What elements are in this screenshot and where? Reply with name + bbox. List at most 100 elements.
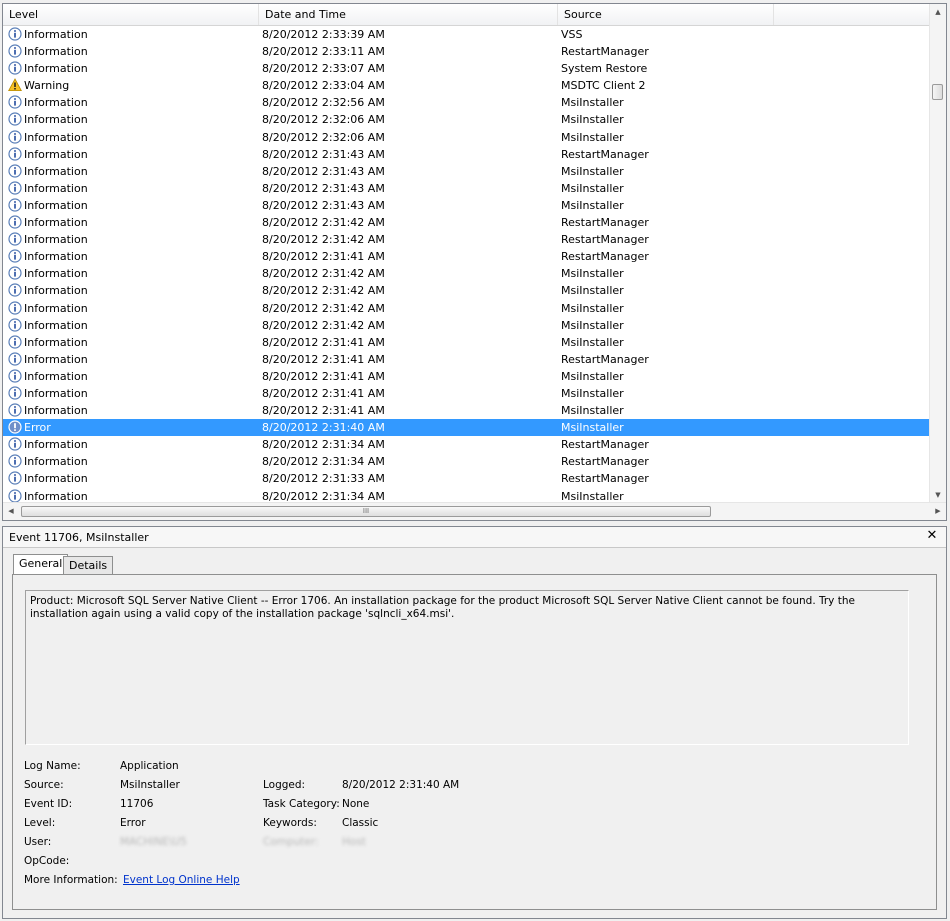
keywords-value: Classic bbox=[342, 817, 379, 829]
table-row[interactable]: Warning 8/20/2012 2:33:04 AM MSDTC Client … bbox=[3, 77, 931, 94]
source-cell: RestartManager bbox=[561, 147, 649, 161]
level-cell: Information bbox=[24, 62, 88, 76]
table-row[interactable]: Information 8/20/2012 2:33:39 AM VSS bbox=[3, 26, 931, 43]
date-cell: 8/20/2012 2:33:07 AM bbox=[262, 62, 385, 76]
level-cell: Information bbox=[24, 45, 88, 59]
level-value: Error bbox=[120, 817, 146, 829]
log-name-label: Log Name: bbox=[24, 760, 81, 772]
scroll-left-arrow-icon[interactable]: ◀ bbox=[3, 503, 19, 519]
information-icon bbox=[8, 488, 22, 503]
user-value: MACHINE\U5 bbox=[120, 836, 187, 848]
table-row[interactable]: Information 8/20/2012 2:33:11 AM RestartMa… bbox=[3, 43, 931, 60]
table-row[interactable]: Information 8/20/2012 2:33:07 AM System Re… bbox=[3, 60, 931, 77]
log-name-value: Application bbox=[120, 760, 179, 772]
error-icon bbox=[8, 420, 22, 434]
source-cell: MsiInstaller bbox=[561, 113, 624, 127]
level-cell: Information bbox=[24, 335, 88, 349]
table-row[interactable]: Information 8/20/2012 2:31:42 AM MsiInstal… bbox=[3, 265, 931, 282]
source-cell: RestartManager bbox=[561, 455, 649, 469]
table-row[interactable]: Information 8/20/2012 2:31:43 AM RestartMa… bbox=[3, 146, 931, 163]
table-row[interactable]: Information 8/20/2012 2:31:42 AM MsiInstal… bbox=[3, 317, 931, 334]
date-cell: 8/20/2012 2:32:06 AM bbox=[262, 130, 385, 144]
table-row[interactable]: Information 8/20/2012 2:31:41 AM MsiInstal… bbox=[3, 368, 931, 385]
table-row[interactable]: Information 8/20/2012 2:31:41 AM MsiInstal… bbox=[3, 402, 931, 419]
table-row[interactable]: Information 8/20/2012 2:31:42 AM RestartMa… bbox=[3, 214, 931, 231]
scroll-grip: III bbox=[362, 507, 370, 515]
table-row[interactable]: Information 8/20/2012 2:31:33 AM RestartMa… bbox=[3, 470, 931, 487]
level-cell: Information bbox=[24, 404, 88, 418]
level-cell: Information bbox=[24, 438, 88, 452]
table-row[interactable]: Information 8/20/2012 2:32:06 AM MsiInstal… bbox=[3, 129, 931, 146]
tab-details[interactable]: Details bbox=[63, 556, 114, 574]
column-header-date[interactable]: Date and Time bbox=[259, 4, 558, 25]
level-cell: Information bbox=[24, 96, 88, 110]
column-header-level[interactable]: Level bbox=[3, 4, 259, 25]
table-row[interactable]: Information 8/20/2012 2:31:43 AM MsiInstal… bbox=[3, 163, 931, 180]
event-message-box[interactable]: Product: Microsoft SQL Server Native Cli… bbox=[25, 590, 909, 745]
source-value: MsiInstaller bbox=[120, 779, 180, 791]
source-cell: MsiInstaller bbox=[561, 130, 624, 144]
information-icon bbox=[8, 164, 22, 178]
level-cell: Information bbox=[24, 181, 88, 195]
table-row[interactable]: Information 8/20/2012 2:31:41 AM MsiInstal… bbox=[3, 385, 931, 402]
information-icon bbox=[8, 147, 22, 161]
horizontal-scroll-thumb[interactable]: III bbox=[21, 506, 711, 517]
table-row[interactable]: Information 8/20/2012 2:32:56 AM MsiInstal… bbox=[3, 94, 931, 111]
table-row[interactable]: Information 8/20/2012 2:31:41 AM RestartMa… bbox=[3, 351, 931, 368]
detail-title: Event 11706, MsiInstaller bbox=[9, 531, 149, 544]
column-header-source[interactable]: Source bbox=[558, 4, 774, 25]
table-row[interactable]: Information 8/20/2012 2:32:06 AM MsiInstal… bbox=[3, 111, 931, 128]
date-cell: 8/20/2012 2:31:43 AM bbox=[262, 164, 385, 178]
table-row[interactable]: Information 8/20/2012 2:31:41 AM MsiInstal… bbox=[3, 334, 931, 351]
level-cell: Information bbox=[24, 164, 88, 178]
table-row[interactable]: Information 8/20/2012 2:31:42 AM RestartMa… bbox=[3, 231, 931, 248]
close-button[interactable]: ✕ bbox=[925, 529, 939, 543]
information-icon bbox=[8, 352, 22, 366]
task-category-value: None bbox=[342, 798, 370, 810]
vertical-scrollbar[interactable]: ▲ ▼ bbox=[929, 4, 946, 503]
table-row[interactable]: Information 8/20/2012 2:31:34 AM RestartMa… bbox=[3, 436, 931, 453]
date-cell: 8/20/2012 2:32:06 AM bbox=[262, 113, 385, 127]
horizontal-scrollbar[interactable]: ◀ III ▶ bbox=[3, 502, 946, 520]
table-row[interactable]: Information 8/20/2012 2:31:34 AM RestartMa… bbox=[3, 453, 931, 470]
level-cell: Information bbox=[24, 233, 88, 247]
level-cell: Information bbox=[24, 198, 88, 212]
user-label: User: bbox=[24, 836, 52, 848]
scroll-right-arrow-icon[interactable]: ▶ bbox=[930, 503, 946, 519]
event-log-online-help-link[interactable]: Event Log Online Help bbox=[123, 874, 240, 886]
computer-label: Computer: bbox=[263, 836, 319, 848]
information-icon bbox=[8, 181, 22, 195]
table-row[interactable]: Information 8/20/2012 2:31:42 AM MsiInstal… bbox=[3, 282, 931, 299]
vertical-scroll-thumb[interactable] bbox=[932, 84, 943, 100]
information-icon bbox=[8, 471, 22, 486]
information-icon bbox=[8, 300, 22, 315]
table-row[interactable]: Information 8/20/2012 2:31:43 AM MsiInstal… bbox=[3, 197, 931, 214]
table-row[interactable]: Information 8/20/2012 2:31:42 AM MsiInstal… bbox=[3, 300, 931, 317]
level-cell: Information bbox=[24, 250, 88, 264]
table-row[interactable]: Information 8/20/2012 2:31:41 AM RestartMa… bbox=[3, 248, 931, 265]
level-cell: Information bbox=[24, 318, 88, 332]
source-cell: MsiInstaller bbox=[561, 335, 624, 349]
table-row[interactable]: Information 8/20/2012 2:31:43 AM MsiInstal… bbox=[3, 180, 931, 197]
date-cell: 8/20/2012 2:31:41 AM bbox=[262, 352, 385, 366]
events-list[interactable]: Level Date and Time Source Information 8/… bbox=[2, 3, 947, 521]
source-cell: RestartManager bbox=[561, 45, 649, 59]
information-icon bbox=[8, 215, 22, 229]
source-cell: MsiInstaller bbox=[561, 181, 624, 195]
date-cell: 8/20/2012 2:31:42 AM bbox=[262, 267, 385, 281]
list-header: Level Date and Time Source bbox=[3, 4, 946, 26]
information-icon bbox=[8, 198, 22, 212]
source-cell: RestartManager bbox=[561, 233, 649, 247]
scroll-down-arrow-icon[interactable]: ▼ bbox=[930, 487, 946, 503]
tab-general[interactable]: General bbox=[13, 554, 69, 574]
general-tab-body: Product: Microsoft SQL Server Native Cli… bbox=[12, 574, 937, 910]
table-row-selected[interactable]: Error 8/20/2012 2:31:40 AM MsiInstaller bbox=[3, 419, 931, 437]
source-cell: RestartManager bbox=[561, 250, 649, 264]
event-id-label: Event ID: bbox=[24, 798, 73, 810]
event-id-value: 11706 bbox=[120, 798, 154, 810]
level-cell: Information bbox=[24, 113, 88, 127]
level-cell: Information bbox=[24, 455, 88, 469]
date-cell: 8/20/2012 2:31:34 AM bbox=[262, 438, 385, 452]
source-cell: MsiInstaller bbox=[561, 96, 624, 110]
scroll-up-arrow-icon[interactable]: ▲ bbox=[930, 4, 946, 20]
